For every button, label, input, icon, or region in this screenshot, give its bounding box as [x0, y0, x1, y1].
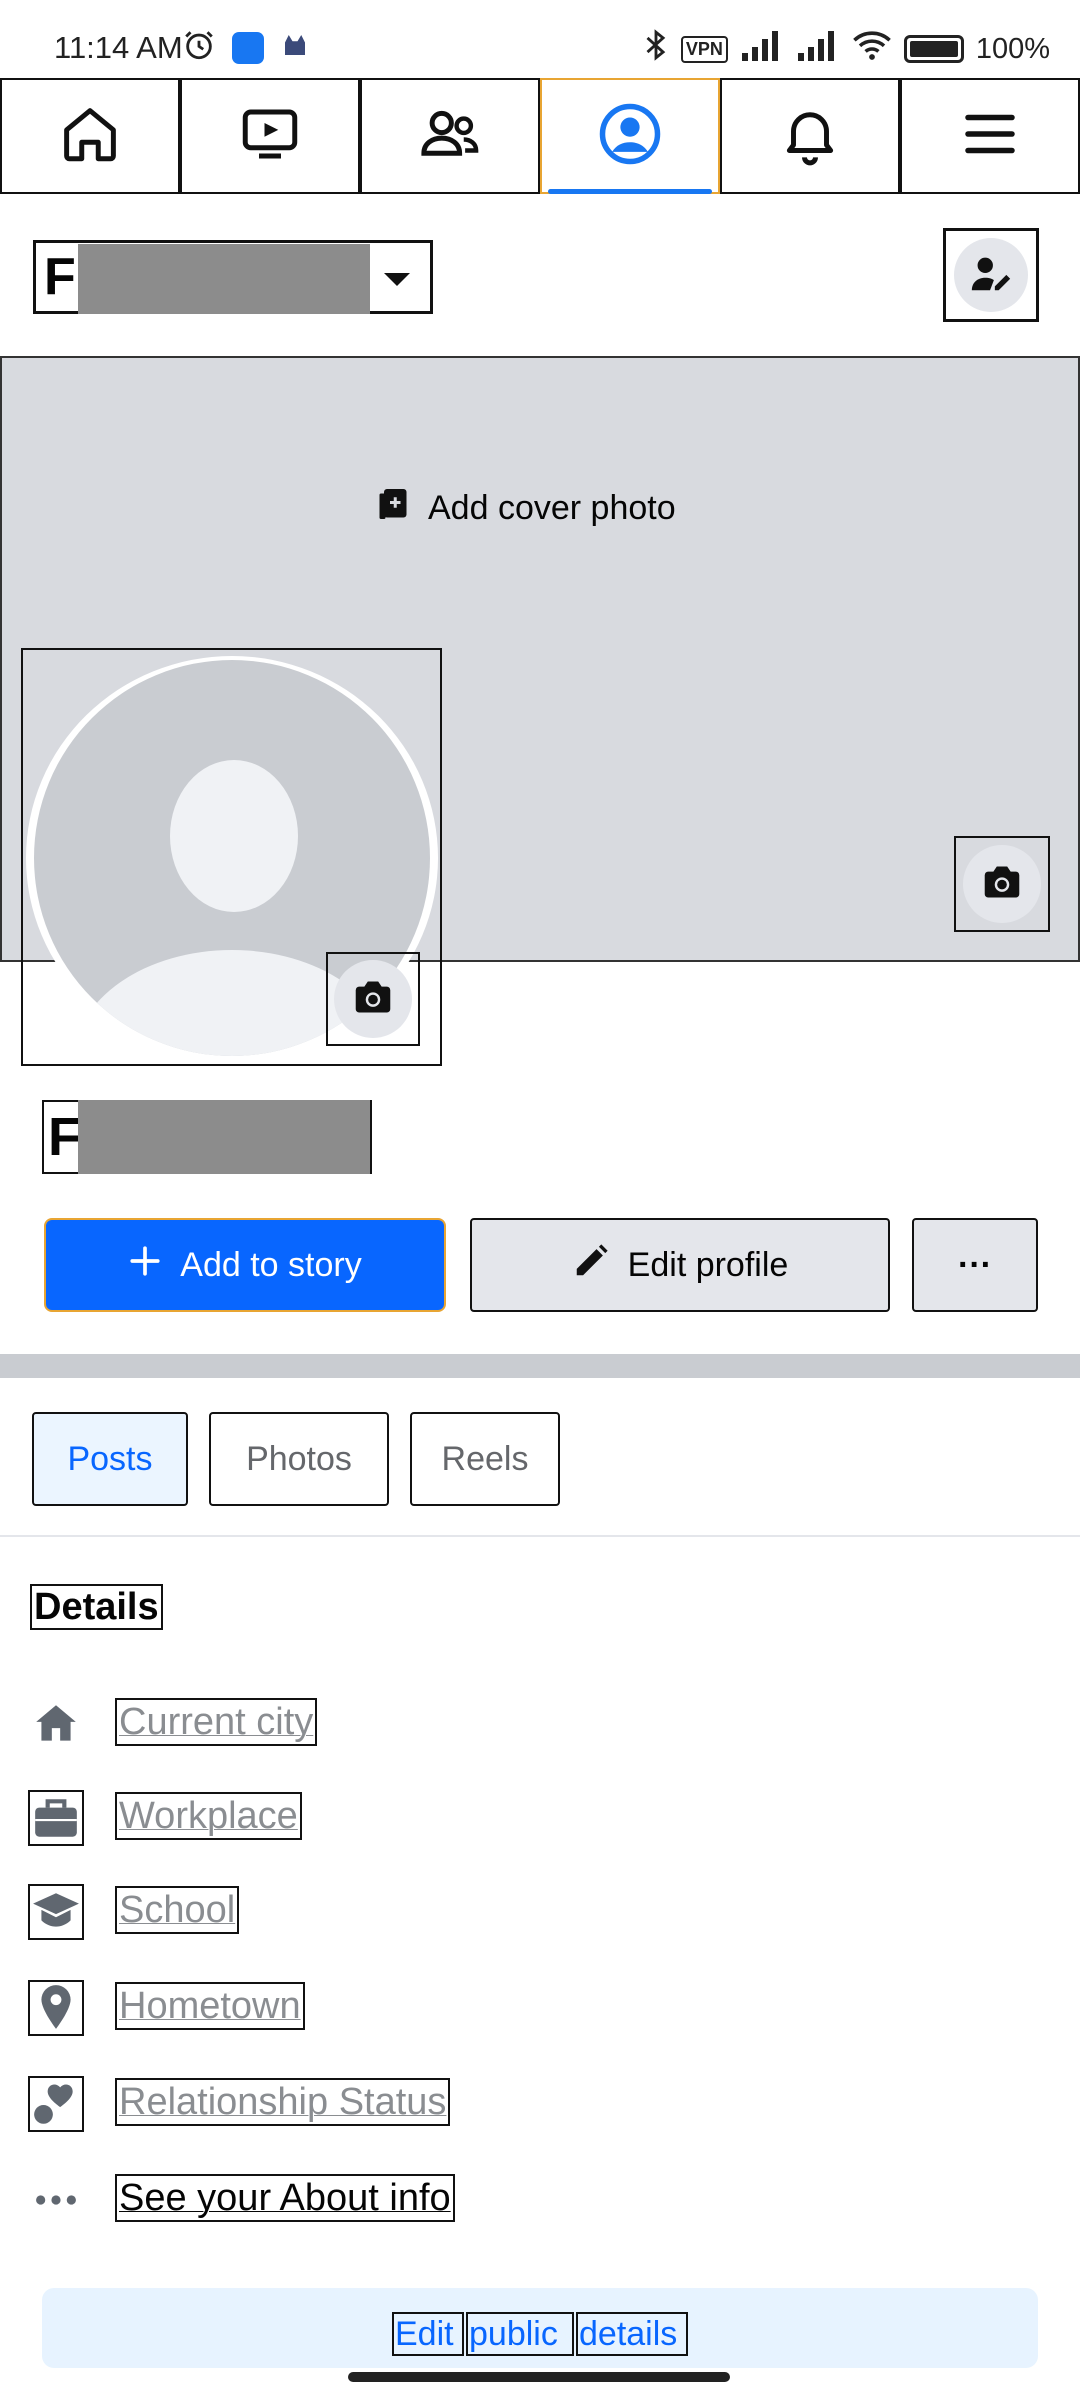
person-edit-icon — [968, 250, 1014, 301]
tab-photos-label: Photos — [246, 1439, 352, 1478]
more-dots-icon: ··· — [958, 1245, 992, 1284]
redacted-name — [78, 1100, 370, 1174]
nav-tab-home[interactable] — [0, 78, 180, 194]
edit-profile-icon-button[interactable] — [943, 228, 1039, 322]
add-to-story-label: Add to story — [180, 1245, 362, 1284]
avatar-camera-button[interactable] — [326, 952, 420, 1046]
nav-tab-profile[interactable] — [540, 78, 720, 194]
profile-switcher-name: F — [44, 248, 76, 306]
detail-relationship-status-label[interactable]: Relationship Status — [115, 2078, 451, 2126]
vpn-icon: VPN — [680, 35, 728, 63]
friends-icon — [417, 101, 483, 172]
profile-icon — [597, 101, 663, 172]
detail-hometown[interactable]: Hometown — [0, 1976, 1080, 2036]
camera-icon — [981, 863, 1023, 906]
detail-school-label[interactable]: School — [115, 1886, 240, 1934]
cover-camera-button[interactable] — [954, 836, 1050, 932]
bell-icon — [777, 101, 843, 172]
bot-icon — [280, 30, 310, 65]
signal-icon — [740, 29, 784, 69]
tab-posts-label: Posts — [67, 1439, 153, 1478]
add-photo-icon — [376, 486, 410, 531]
edit-public-details-word-public[interactable]: public — [466, 2312, 574, 2356]
detail-school[interactable]: School — [0, 1880, 1080, 1940]
top-nav — [0, 78, 1080, 194]
tab-reels[interactable]: Reels — [410, 1412, 560, 1506]
redacted-name — [78, 244, 370, 314]
status-bar: 11:14 AM VPN 100% — [0, 0, 1080, 78]
nav-tab-video[interactable] — [180, 78, 360, 194]
bluetooth-icon — [643, 28, 669, 70]
detail-workplace[interactable]: Workplace — [0, 1786, 1080, 1846]
edit-public-details-word-edit[interactable]: Edit — [392, 2312, 464, 2356]
signal-icon — [796, 29, 840, 69]
app-icon — [232, 31, 264, 64]
edit-profile-label: Edit profile — [627, 1245, 789, 1284]
briefcase-icon — [28, 1790, 84, 1846]
more-dots-icon — [28, 2172, 84, 2228]
plus-icon — [128, 1244, 162, 1287]
more-options-button[interactable]: ··· — [912, 1218, 1038, 1312]
camera-icon — [352, 978, 394, 1021]
tab-reels-label: Reels — [441, 1439, 529, 1478]
detail-current-city-label[interactable]: Current city — [115, 1698, 318, 1746]
tab-photos[interactable]: Photos — [209, 1412, 389, 1506]
pencil-icon — [572, 1242, 610, 1289]
tab-posts[interactable]: Posts — [32, 1412, 188, 1506]
add-to-story-button[interactable]: Add to story — [44, 1218, 446, 1312]
detail-hometown-label[interactable]: Hometown — [115, 1982, 305, 2030]
home-filled-icon — [28, 1696, 84, 1752]
section-divider — [0, 1354, 1080, 1378]
divider — [0, 1535, 1080, 1537]
nav-tab-menu[interactable] — [900, 78, 1080, 194]
video-icon — [237, 101, 303, 172]
home-indicator[interactable] — [348, 2372, 730, 2382]
edit-profile-button[interactable]: Edit profile — [470, 1218, 890, 1312]
profile-name-text: F — [48, 1107, 81, 1167]
alarm-icon — [182, 28, 216, 67]
details-heading: Details — [30, 1584, 163, 1630]
graduation-cap-icon — [28, 1884, 84, 1940]
add-cover-photo-button[interactable]: Add cover photo — [376, 486, 676, 531]
detail-workplace-label[interactable]: Workplace — [115, 1792, 302, 1840]
home-icon — [57, 101, 123, 172]
add-cover-photo-label: Add cover photo — [428, 489, 676, 527]
edit-public-details-word-details[interactable]: details — [576, 2312, 688, 2356]
nav-tab-friends[interactable] — [360, 78, 540, 194]
battery-icon — [903, 35, 964, 63]
location-pin-icon — [28, 1980, 84, 2036]
menu-icon — [957, 101, 1023, 172]
battery-percent: 100% — [975, 32, 1050, 65]
caret-down-icon — [384, 273, 410, 286]
detail-current-city[interactable]: Current city — [0, 1692, 1080, 1752]
detail-see-about-info[interactable]: See your About info — [0, 2168, 1080, 2228]
wifi-icon — [852, 29, 892, 69]
clock: 11:14 AM — [54, 30, 183, 65]
see-about-info-link[interactable]: See your About info — [115, 2174, 455, 2222]
detail-relationship-status[interactable]: Relationship Status — [0, 2072, 1080, 2132]
hearts-icon — [28, 2076, 84, 2132]
nav-tab-notifications[interactable] — [720, 78, 900, 194]
